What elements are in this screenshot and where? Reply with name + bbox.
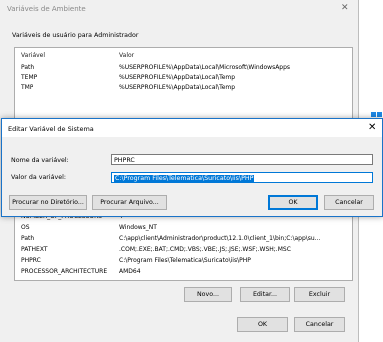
variable-name: TMP: [21, 84, 34, 91]
user-variables-group-label: Variáveis de usuário para Administrador: [12, 32, 139, 39]
cancel-button[interactable]: Cancelar: [294, 317, 345, 332]
table-row[interactable]: PROCESSOR_ARCHITECTURE AMD64: [15, 268, 352, 277]
close-icon[interactable]: ✕: [341, 3, 349, 13]
variable-name-label: Nome da variável:: [11, 157, 69, 164]
dialog-ok-button[interactable]: OK: [268, 195, 318, 210]
variable-value-label: Valor da variável:: [11, 174, 66, 181]
column-header-variable[interactable]: Variável: [21, 52, 45, 59]
window-title: Variáveis de Ambiente: [7, 5, 86, 13]
browse-directory-button[interactable]: Procurar no Diretório...: [9, 195, 87, 210]
variable-name: PHPRC: [21, 257, 41, 264]
variable-value: AMD64: [119, 268, 141, 275]
variable-name: TEMP: [21, 74, 38, 81]
variable-name-field[interactable]: PHPRC: [111, 154, 373, 165]
table-row[interactable]: PHPRC C:\Program Files\Telematica\Surica…: [15, 257, 352, 266]
table-row[interactable]: OS Windows_NT: [15, 224, 352, 233]
delete-button[interactable]: Excluir: [294, 287, 345, 302]
new-button[interactable]: Novo...: [184, 287, 232, 302]
close-icon[interactable]: ✕: [368, 122, 376, 133]
variable-name: Path: [21, 64, 35, 71]
variable-value-field[interactable]: C:\Program Files\Telematica\Suricato\iis…: [111, 172, 373, 183]
column-header-value[interactable]: Valor: [119, 52, 134, 59]
variable-name: PATHEXT: [21, 246, 48, 253]
variable-name: PROCESSOR_ARCHITECTURE: [21, 268, 108, 275]
table-row[interactable]: TEMP %USERPROFILE%\AppData\Local\Temp: [15, 74, 352, 83]
dialog-cancel-button[interactable]: Cancelar: [324, 195, 374, 210]
browse-file-button[interactable]: Procurar Arquivo...: [92, 195, 167, 210]
variable-value: %USERPROFILE%\AppData\Local\Microsoft\Wi…: [119, 64, 291, 71]
dialog-title: Editar Variável de Sistema: [8, 125, 94, 133]
variable-value: %USERPROFILE%\AppData\Local\Temp: [119, 74, 236, 81]
variable-name: OS: [21, 224, 30, 231]
edit-system-variable-dialog: Editar Variável de Sistema ✕ Nome da var…: [1, 118, 383, 217]
table-row[interactable]: PATHEXT .COM;.EXE;.BAT;.CMD;.VBS;.VBE;.J…: [15, 246, 352, 255]
variable-value: Windows_NT: [119, 224, 157, 231]
user-variables-table[interactable]: Variável Valor Path %USERPROFILE%\AppDat…: [14, 47, 353, 119]
table-row[interactable]: Path %USERPROFILE%\AppData\Local\Microso…: [15, 64, 352, 73]
selected-text: C:\Program Files\Telematica\Suricato\iis…: [114, 175, 255, 182]
table-row[interactable]: Path C:\app\client\Administrador\product…: [15, 235, 352, 244]
variable-name: Path: [21, 235, 35, 242]
table-row[interactable]: TMP %USERPROFILE%\AppData\Local\Temp: [15, 84, 352, 93]
variable-value: .COM;.EXE;.BAT;.CMD;.VBS;.VBE;.JS;.JSE;.…: [119, 246, 291, 253]
edit-button[interactable]: Editar...: [240, 287, 290, 302]
ok-button[interactable]: OK: [237, 317, 288, 332]
variable-value: %USERPROFILE%\AppData\Local\Temp: [119, 84, 236, 91]
variable-value: C:\app\client\Administrador\product\12.1…: [119, 235, 321, 242]
variable-value: C:\Program Files\Telematica\Suricato\iis…: [119, 257, 251, 264]
